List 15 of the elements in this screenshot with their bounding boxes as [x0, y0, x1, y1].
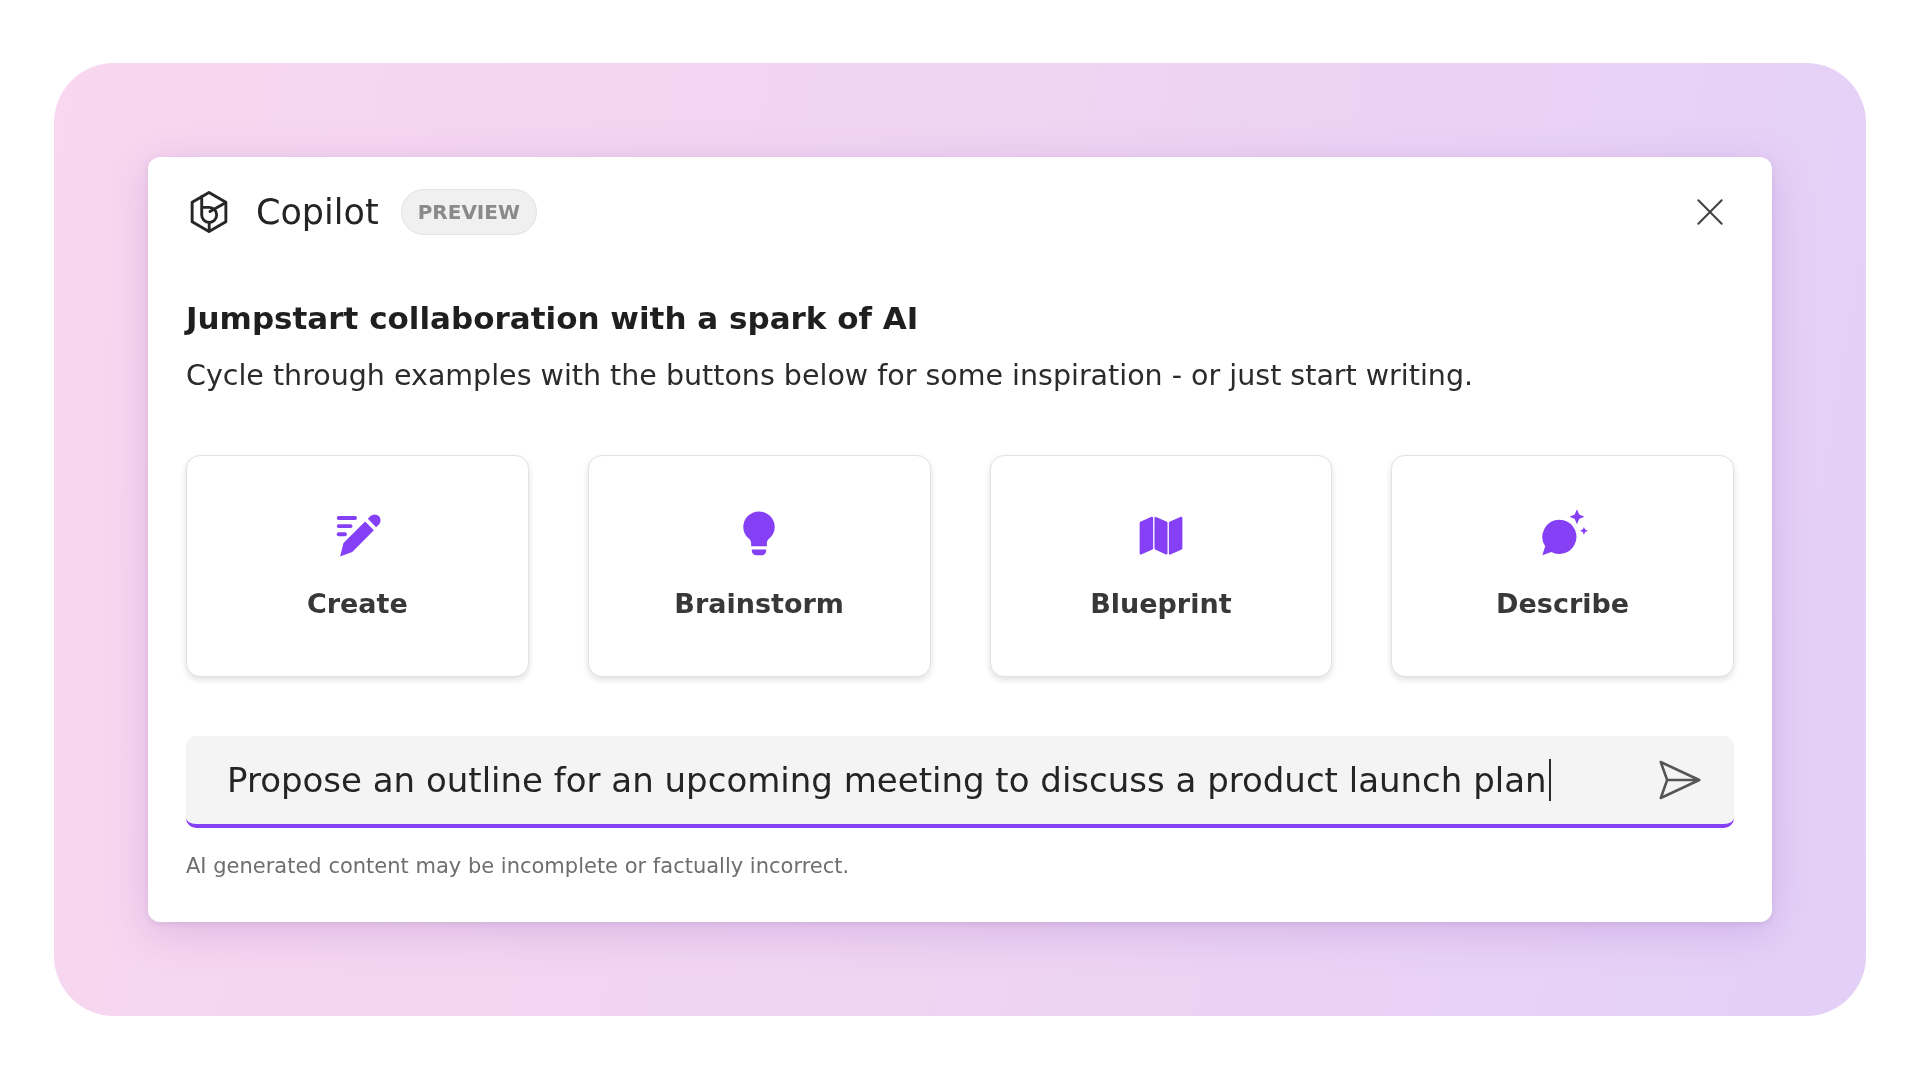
example-card[interactable]: Brainstorm	[587, 455, 931, 677]
close-button[interactable]	[1696, 198, 1724, 226]
example-card[interactable]: Blueprint	[989, 455, 1333, 677]
send-button[interactable]	[1658, 758, 1702, 802]
app-title: Copilot	[256, 191, 379, 234]
close-icon	[1696, 198, 1724, 226]
prompt-field[interactable]: Propose an outline for an upcoming meeting to discuss a product launch plan	[186, 736, 1734, 828]
send-icon	[1658, 758, 1702, 802]
example-card[interactable]: Describe	[1391, 455, 1734, 677]
dialog-heading: Jumpstart collaboration with a spark of AI	[186, 299, 920, 337]
dialog-description: Cycle through examples with the buttons below for some inspiration - or just start writing.	[186, 358, 1475, 394]
preview-badge: PREVIEW	[400, 189, 538, 235]
disclaimer-text: AI generated content may be incomplete or factually incorrect.	[186, 853, 851, 880]
text-cursor	[1548, 759, 1551, 801]
example-card[interactable]: Create	[186, 455, 529, 677]
